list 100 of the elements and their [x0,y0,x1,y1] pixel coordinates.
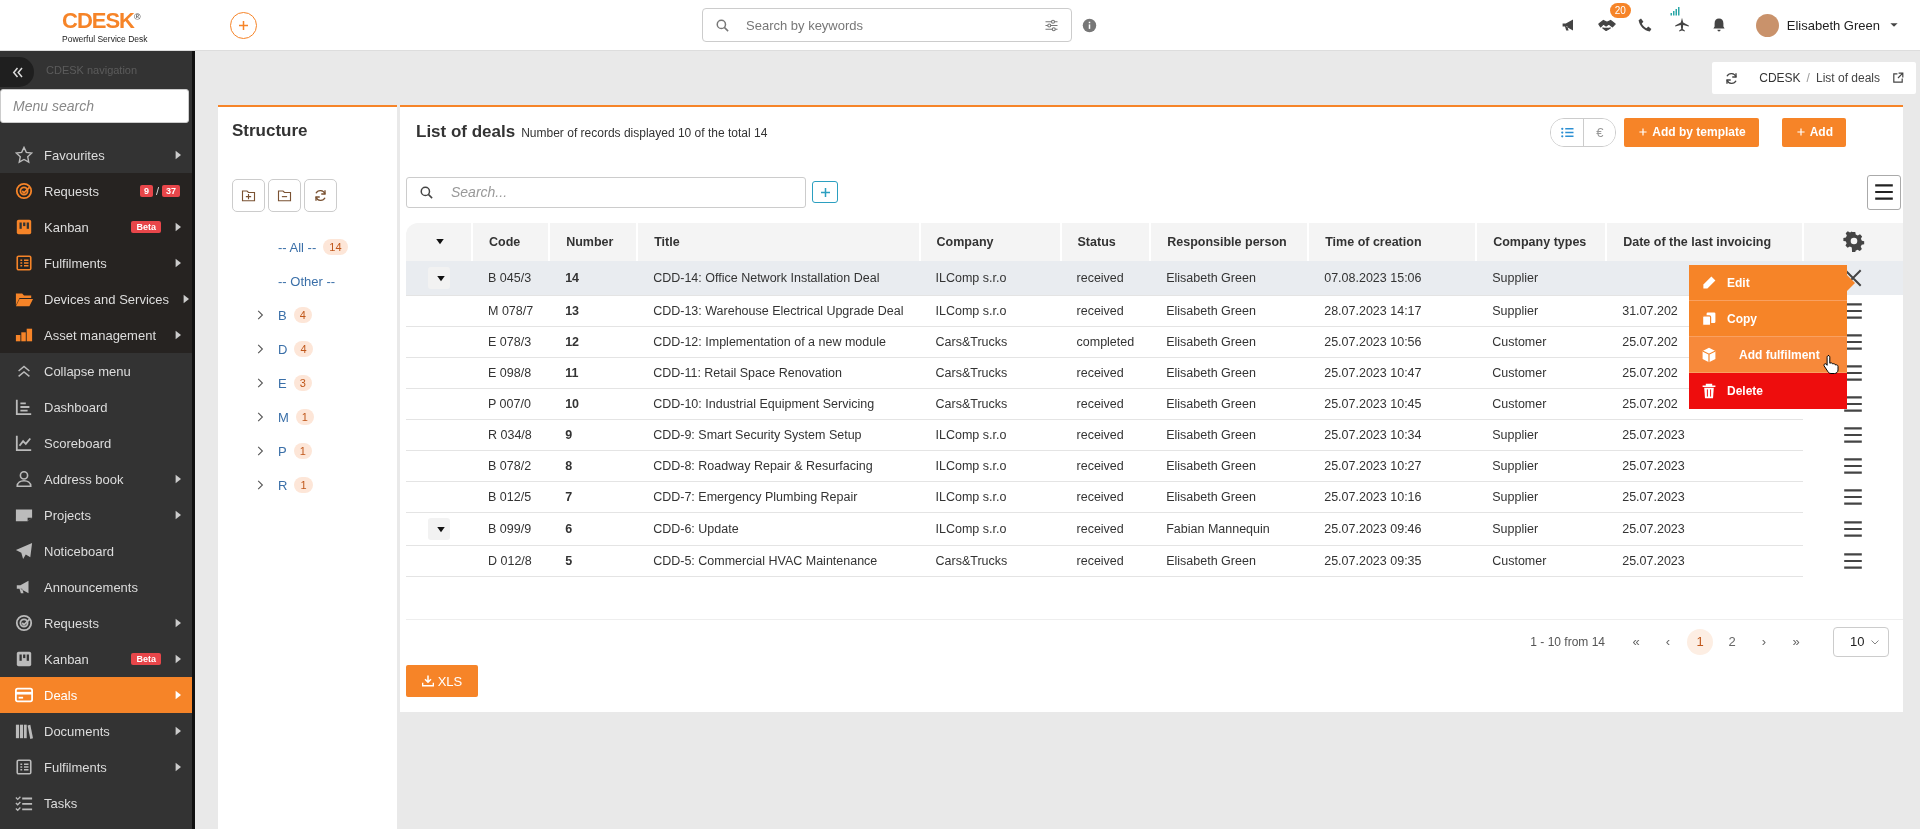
info-icon[interactable] [1082,17,1097,33]
sidebar-item[interactable]: Collapse menu [0,353,192,389]
chart-icon [15,398,33,416]
add-button[interactable] [230,11,257,39]
table-cell: Fabian Mannequin [1166,521,1270,536]
table-cell: Elisabeth Green [1166,303,1256,318]
tree-item[interactable]: M [278,409,289,425]
search-icon [419,184,434,200]
table-cell: Elisabeth Green [1166,489,1256,504]
sidebar-item[interactable]: Scoreboard [0,425,192,461]
tree-item[interactable]: D [278,341,288,357]
sidebar-item[interactable]: Requests [0,605,192,641]
copy-icon [1701,310,1717,327]
table-cell: 25.07.2023 09:35 [1324,553,1422,568]
sidebar-item[interactable]: Kanban Beta [0,209,192,245]
table-row[interactable]: D 012/8 5 CDD-5: Commercial HVAC Maintenance Cars&Trucks received Elisabeth Green 25.07.2023 09:35 Customer 25.07.2023 [406,545,1903,576]
signal-icon [1669,6,1680,16]
page-size-select[interactable]: 10 [1833,626,1889,657]
sidebar-item[interactable]: Kanban Beta [0,641,192,677]
sidebar-label: Fulfilments [44,759,108,775]
table-cell: Supplier [1492,458,1539,473]
sidebar-item[interactable]: Projects [0,497,192,533]
sidebar-item[interactable]: Address book [0,461,192,497]
kanban-icon [15,218,33,236]
person-icon [15,470,33,488]
count-badge: 3 [293,375,312,391]
bell-icon[interactable] [1710,17,1727,33]
table-cell: 6 [565,521,573,536]
table-cell: E 078/3 [488,334,532,349]
tree-item[interactable]: R [278,477,288,493]
avatar[interactable] [1755,13,1779,37]
sidebar-item[interactable]: Announcements [0,569,192,605]
sidebar-label: Asset management [44,327,157,343]
tree-item[interactable]: E [278,375,287,391]
collapse-button[interactable] [0,57,34,87]
table-cell: Customer [1492,334,1547,349]
sidebar-item[interactable]: Dashboard [0,389,192,425]
menu-button[interactable] [1867,174,1901,210]
plus-icon [1794,126,1807,138]
search-field[interactable]: Search... [406,176,806,208]
tree-item[interactable]: -- All -- [278,239,317,255]
add-filter-button[interactable] [812,181,838,203]
trash-icon [1701,383,1717,399]
download-icon [421,675,434,687]
sidebar-item[interactable]: Tasks [0,785,192,821]
line-chart-icon [15,434,33,452]
table-row[interactable]: B 099/9 6 CDD-6: Update ILComp s.r.o received Fabian Mannequin 25.07.2023 09:46 Supplier 25.07.2023 [406,512,1903,545]
phone-icon[interactable] [1636,17,1653,33]
table-cell: CDD-7: Emergency Plumbing Repair [653,489,858,504]
table-cell: received [1076,396,1124,411]
search-field[interactable]: Search by keywords [702,8,1072,42]
table-cell: Customer [1492,365,1547,380]
menu-item[interactable]: Delete [1689,373,1847,409]
breadcrumb-link[interactable]: CDESK [1759,71,1801,85]
table-row[interactable]: B 012/5 7 CDD-7: Emergency Plumbing Repair ILComp s.r.o received Elisabeth Green 25.07.2023 10:16 Supplier 25.07.2023 [406,481,1903,512]
refresh-icon [313,188,328,203]
sidebar-label: Collapse menu [44,363,132,379]
tool-button[interactable] [304,179,337,212]
table-cell: CDD-13: Warehouse Electrical Upgrade Deal [653,303,904,318]
tree-item[interactable]: P [278,443,287,459]
table-cell: received [1076,303,1124,318]
sidebar-item[interactable]: Asset management [0,317,192,353]
sidebar-item[interactable]: Fulfilments [0,749,192,785]
sidebar-item[interactable]: Favourites [0,137,192,173]
table-row[interactable]: B 078/2 8 CDD-8: Roadway Repair & Resurfacing ILComp s.r.o received Elisabeth Green 25.07.2023 10:27 Supplier 25.07.2023 [406,450,1903,481]
expand-toggle[interactable] [428,517,450,540]
menu-search-field[interactable]: Menu search [0,89,189,123]
tree-item[interactable]: -- Other -- [278,273,336,289]
table-cell: CDD-11: Retail Space Renovation [653,365,842,380]
table-cell: received [1076,521,1124,536]
tool-button[interactable] [268,179,301,212]
table-row[interactable]: R 034/8 9 CDD-9: Smart Security System Setup ILComp s.r.o received Elisabeth Green 25.07.2023 10:34 Supplier 25.07.2023 [406,419,1903,450]
settings-icon[interactable] [1842,229,1865,252]
sidebar-item[interactable]: Documents [0,713,192,749]
expand-toggle[interactable] [428,266,450,289]
table-cell: 25.07.2023 10:34 [1324,427,1422,442]
filter-icon[interactable] [1044,17,1059,33]
menu-pointer [1847,275,1855,291]
sidebar-item[interactable]: Noticeboard [0,533,192,569]
table-cell: 10 [565,396,580,411]
sidebar-item[interactable]: Devices and Services [0,281,192,317]
page-button[interactable]: 1 [1687,628,1713,655]
table-cell: 25.07.202 [1622,365,1678,380]
user-name[interactable]: Elisabeth Green [1786,17,1880,33]
external-link-icon[interactable] [1892,72,1904,84]
table-cell: Elisabeth Green [1166,427,1256,442]
sidebar-item[interactable]: Requests 9 / 37 [0,173,192,209]
breadcrumb-link[interactable]: List of deals [1815,71,1880,85]
airplane-icon[interactable] [1673,17,1690,33]
tool-button[interactable] [232,179,265,212]
sidebar-item[interactable]: Fulfilments [0,245,192,281]
tree-item[interactable]: B [278,307,287,323]
table-cell: D 012/8 [488,553,532,568]
folder-plus-icon [241,188,256,203]
table-cell: Supplier [1492,303,1539,318]
sidebar-label: Requests [44,615,100,631]
refresh-icon[interactable] [1724,70,1740,86]
table-cell: 12 [565,334,580,349]
count-badge: 4 [293,307,312,323]
table-cell: 25.07.2023 [1622,521,1685,536]
